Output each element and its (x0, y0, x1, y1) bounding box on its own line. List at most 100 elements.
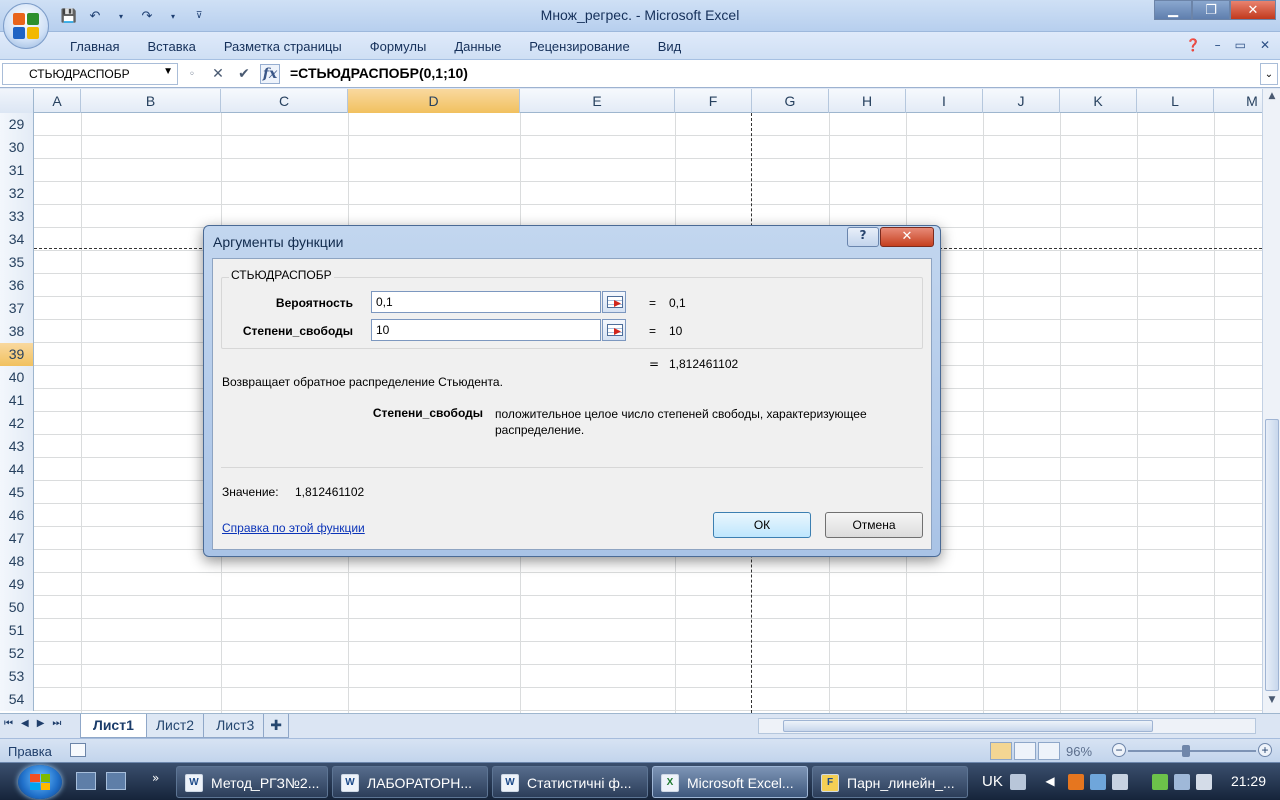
zoom-slider[interactable]: − + (1112, 743, 1272, 759)
page-layout-view-button[interactable] (1014, 742, 1036, 760)
office-button[interactable] (3, 3, 49, 49)
taskbar-button[interactable]: W Статистичні ф... (492, 766, 648, 798)
tab-home[interactable]: Главная (70, 39, 119, 54)
macro-record-icon[interactable] (70, 743, 86, 757)
volume-icon[interactable] (1196, 774, 1212, 790)
enter-formula-icon[interactable]: ✔ (234, 64, 254, 84)
minimize-workbook-icon[interactable]: – (1215, 38, 1221, 52)
row-header[interactable]: 32 (0, 182, 34, 205)
normal-view-button[interactable] (990, 742, 1012, 760)
column-header[interactable]: K (1060, 89, 1137, 113)
formula-input[interactable]: =СТЬЮДРАСПОБР(0,1;10) (290, 65, 468, 81)
keyboard-icon[interactable] (1010, 774, 1026, 790)
zoom-level[interactable]: 96% (1066, 744, 1092, 759)
close-workbook-icon[interactable]: ✕ (1260, 38, 1270, 52)
row-header[interactable]: 43 (0, 435, 34, 458)
tab-insert[interactable]: Вставка (147, 39, 195, 54)
sync-icon[interactable] (1090, 774, 1106, 790)
row-header[interactable]: 37 (0, 297, 34, 320)
column-header[interactable]: I (906, 89, 983, 113)
row-header[interactable]: 40 (0, 366, 34, 389)
page-break-preview-button[interactable] (1038, 742, 1060, 760)
column-header[interactable]: E (520, 89, 675, 113)
insert-sheet-icon[interactable]: ✚ (263, 714, 290, 738)
row-header[interactable]: 29 (0, 113, 34, 136)
cancel-button[interactable]: Отмена (825, 512, 923, 538)
dialog-close-button[interactable]: ✕ (880, 227, 934, 247)
help-icon[interactable]: ❓ (1186, 38, 1201, 52)
taskbar-button[interactable]: F Парн_линейн_... (812, 766, 968, 798)
degrees-of-freedom-input[interactable] (371, 319, 601, 341)
ok-button[interactable]: ОК (713, 512, 811, 538)
row-header[interactable]: 49 (0, 573, 34, 596)
first-sheet-icon[interactable]: ⏮ (4, 718, 13, 729)
expand-formula-bar-icon[interactable]: ⌄ (1260, 63, 1278, 85)
row-header[interactable]: 50 (0, 596, 34, 619)
zoom-out-icon[interactable]: − (1112, 743, 1126, 757)
row-header[interactable]: 30 (0, 136, 34, 159)
column-header[interactable]: M (1214, 89, 1262, 113)
restore-workbook-icon[interactable]: ▭ (1235, 38, 1246, 52)
next-sheet-icon[interactable]: ▶ (37, 718, 45, 729)
insert-function-button[interactable]: fx (260, 64, 280, 84)
vertical-scrollbar[interactable]: ▲ ▼ (1262, 89, 1280, 713)
taskbar-button[interactable]: W Метод_РГЗ№2... (176, 766, 328, 798)
tab-formulas[interactable]: Формулы (370, 39, 427, 54)
row-header-selected[interactable]: 39 (0, 343, 34, 366)
select-all-corner[interactable] (0, 89, 34, 113)
sheet-tab[interactable]: Лист3 (203, 714, 268, 738)
horizontal-scrollbar[interactable] (758, 718, 1256, 734)
row-header[interactable]: 44 (0, 458, 34, 481)
language-indicator[interactable]: UK (982, 773, 1003, 790)
row-header[interactable]: 31 (0, 159, 34, 182)
taskbar-button[interactable]: W ЛАБОРАТОРН... (332, 766, 488, 798)
restore-button[interactable]: ❐ (1192, 0, 1230, 20)
row-header[interactable]: 54 (0, 688, 34, 711)
tab-data[interactable]: Данные (454, 39, 501, 54)
row-header[interactable]: 45 (0, 481, 34, 504)
taskbar-button-active[interactable]: X Microsoft Excel... (652, 766, 808, 798)
column-header[interactable]: G (752, 89, 829, 113)
row-header[interactable]: 41 (0, 389, 34, 412)
close-button[interactable]: ✕ (1230, 0, 1276, 20)
sheet-tab[interactable]: Лист2 (142, 714, 208, 738)
function-help-link[interactable]: Справка по этой функции (222, 521, 365, 535)
prev-sheet-icon[interactable]: ◀ (21, 718, 29, 729)
row-header[interactable]: 47 (0, 527, 34, 550)
start-button[interactable] (18, 765, 62, 799)
clock[interactable]: 21:29 (1231, 773, 1266, 789)
minimize-button[interactable]: ▁ (1154, 0, 1192, 20)
row-header[interactable]: 51 (0, 619, 34, 642)
column-header[interactable]: B (81, 89, 221, 113)
column-header[interactable]: H (829, 89, 906, 113)
column-header[interactable]: F (675, 89, 752, 113)
resize-handle-icon[interactable]: ◦ (182, 64, 202, 84)
row-header[interactable]: 35 (0, 251, 34, 274)
row-header[interactable]: 38 (0, 320, 34, 343)
expand-tray-icon[interactable]: ◀ (1042, 774, 1058, 790)
row-header[interactable]: 46 (0, 504, 34, 527)
app-tray-icon[interactable] (1068, 774, 1084, 790)
row-header[interactable]: 34 (0, 228, 34, 251)
scroll-thumb[interactable] (783, 720, 1153, 732)
show-desktop-icon[interactable] (106, 772, 126, 790)
tab-page-layout[interactable]: Разметка страницы (224, 39, 342, 54)
column-header-selected[interactable]: D (348, 89, 520, 113)
column-header[interactable]: C (221, 89, 348, 113)
column-header[interactable]: L (1137, 89, 1214, 113)
cancel-formula-icon[interactable]: ✕ (208, 64, 228, 84)
row-header[interactable]: 48 (0, 550, 34, 573)
scroll-thumb[interactable] (1265, 419, 1279, 691)
last-sheet-icon[interactable]: ⏭ (52, 718, 61, 729)
collapse-dialog-button[interactable] (602, 319, 626, 341)
sheet-tab-active[interactable]: Лист1 (80, 714, 147, 738)
row-header[interactable]: 53 (0, 665, 34, 688)
collapse-dialog-button[interactable] (602, 291, 626, 313)
dialog-help-button[interactable]: ? (847, 227, 879, 247)
app-tray-icon[interactable] (1112, 774, 1128, 790)
probability-input[interactable] (371, 291, 601, 313)
scroll-down-icon[interactable]: ▼ (1265, 695, 1279, 711)
tab-review[interactable]: Рецензирование (529, 39, 629, 54)
row-header[interactable]: 33 (0, 205, 34, 228)
column-header[interactable]: A (34, 89, 81, 113)
